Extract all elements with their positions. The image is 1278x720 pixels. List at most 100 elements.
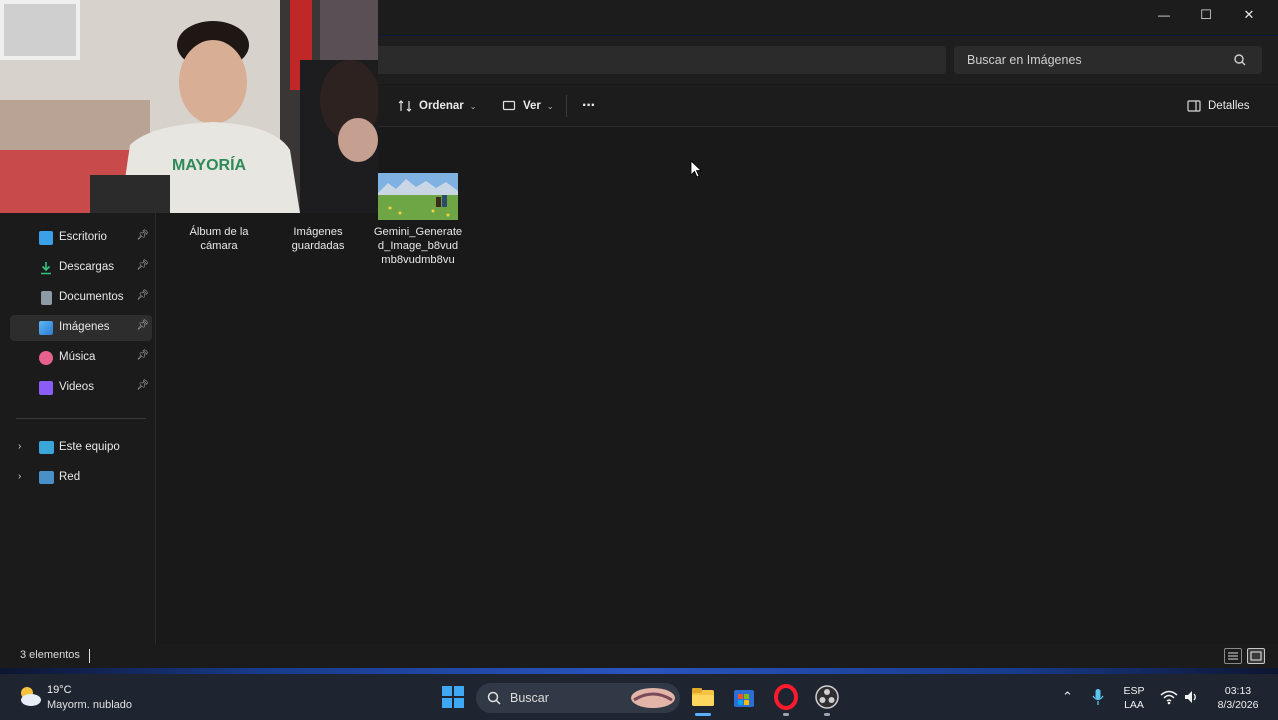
search-box[interactable]: Buscar en Imágenes — [954, 46, 1262, 74]
mouse-cursor-icon — [690, 160, 702, 178]
landscape-thumbnail-image — [378, 173, 458, 220]
sidebar-item-imagenes[interactable]: Imágenes 📌︎ — [10, 315, 152, 341]
sidebar-item-label: Videos — [59, 381, 94, 393]
clock[interactable]: 03:13 8/3/2026 — [1210, 685, 1266, 711]
minimize-button[interactable]: — — [1142, 0, 1186, 30]
file-name-line: d_Image_b8vud — [377, 240, 459, 252]
sidebar-item-label: Este equipo — [59, 441, 120, 453]
close-icon: ✕ — [1243, 7, 1255, 22]
sidebar-item-documentos[interactable]: Documentos 📌︎ — [10, 285, 152, 311]
pictures-icon — [39, 321, 53, 335]
sidebar-item-musica[interactable]: Música 📌︎ — [10, 345, 152, 371]
sidebar-divider — [16, 418, 146, 419]
windows-start-icon[interactable] — [440, 684, 466, 710]
weather-description[interactable]: Mayorm. nublado — [47, 699, 132, 711]
pin-icon: 📌︎ — [136, 230, 149, 241]
document-icon — [41, 291, 52, 305]
file-name-line: mb8vudmb8vu — [381, 254, 455, 266]
sidebar-item-red[interactable]: › Red — [10, 465, 152, 491]
sidebar-item-label: Descargas — [59, 261, 114, 273]
details-pane-icon — [1187, 100, 1201, 112]
pin-icon: 📌︎ — [136, 290, 149, 301]
sidebar-item-label: Red — [59, 471, 81, 483]
file-item-album-camara[interactable]: Álbum de la cámara — [173, 225, 265, 253]
search-highlight-image — [631, 688, 675, 708]
thumbnail-view-icon — [1250, 651, 1262, 661]
opera-browser-icon[interactable] — [773, 684, 799, 710]
taskbar-search-box[interactable]: Buscar — [476, 683, 680, 713]
running-indicator — [783, 713, 789, 716]
search-icon — [1234, 54, 1246, 66]
download-icon — [41, 262, 51, 275]
running-indicator — [824, 713, 830, 716]
music-icon — [39, 351, 53, 365]
maximize-button[interactable]: ☐ — [1184, 0, 1228, 30]
more-icon: ··· — [582, 97, 596, 114]
volume-icon[interactable] — [1183, 689, 1199, 705]
weather-temperature[interactable]: 19°C — [47, 684, 72, 696]
language-code: ESP — [1123, 685, 1145, 697]
toolbar-divider — [566, 95, 567, 117]
details-view-button[interactable] — [1224, 648, 1242, 664]
input-language[interactable]: ESP LAA — [1120, 685, 1148, 711]
sidebar-item-label: Escritorio — [59, 231, 107, 243]
sort-icon — [398, 100, 412, 112]
sidebar-item-label: Música — [59, 351, 96, 363]
pin-icon: 📌︎ — [136, 380, 149, 391]
show-hidden-icons-chevron-icon[interactable]: ⌃ — [1062, 689, 1073, 705]
file-item-imagenes-guardadas[interactable]: Imágenes guardadas — [272, 225, 364, 253]
svg-text:MAYORÍA: MAYORÍA — [172, 155, 247, 174]
view-button[interactable]: Ver ⌄ — [501, 95, 554, 117]
computer-icon — [39, 441, 54, 454]
minimize-icon: — — [1158, 8, 1170, 22]
more-options-button[interactable]: ··· — [582, 95, 596, 117]
sort-label: Ordenar — [419, 100, 464, 112]
chevron-right-icon[interactable]: › — [18, 471, 21, 482]
view-icon — [502, 100, 516, 111]
microphone-icon[interactable] — [1091, 688, 1105, 706]
keyboard-layout: LAA — [1124, 699, 1144, 711]
pin-icon: 📌︎ — [136, 320, 149, 331]
large-icons-view-button[interactable] — [1247, 648, 1265, 664]
taskbar-accent-strip — [0, 668, 1278, 674]
sidebar-item-label: Documentos — [59, 291, 124, 303]
clock-date: 8/3/2026 — [1217, 699, 1259, 711]
item-count: 3 elementos — [20, 649, 80, 661]
sidebar-item-escritorio[interactable]: Escritorio 📌︎ — [10, 225, 152, 251]
desktop-icon — [39, 231, 53, 245]
weather-cloudy-icon[interactable] — [16, 684, 42, 708]
search-icon — [487, 691, 501, 705]
sidebar-item-label: Imágenes — [59, 321, 110, 333]
file-explorer-icon[interactable] — [690, 684, 716, 710]
wifi-icon[interactable] — [1160, 689, 1178, 705]
video-icon — [39, 381, 53, 395]
chevron-down-icon: ⌄ — [546, 101, 554, 111]
status-divider — [89, 649, 90, 663]
sort-button[interactable]: Ordenar ⌄ — [397, 95, 476, 117]
image-thumbnail[interactable] — [378, 173, 458, 220]
file-name-line: Álbum de la — [189, 226, 249, 238]
close-button[interactable]: ✕ — [1227, 0, 1271, 30]
webcam-overlay: MAYORÍA — [0, 0, 378, 213]
chevron-right-icon[interactable]: › — [18, 441, 21, 452]
file-name-line: Gemini_Generate — [373, 226, 463, 238]
sidebar-item-este-equipo[interactable]: › Este equipo — [10, 435, 152, 461]
search-placeholder: Buscar en Imágenes — [967, 53, 1082, 67]
sidebar-item-descargas[interactable]: Descargas 📌︎ — [10, 255, 152, 281]
webcam-video-feed: MAYORÍA — [0, 0, 378, 213]
taskbar-search-label: Buscar — [510, 691, 549, 705]
status-bar — [0, 644, 1278, 668]
microsoft-store-icon[interactable] — [731, 684, 757, 710]
details-pane-button[interactable]: Detalles — [1186, 95, 1250, 117]
view-label: Ver — [523, 100, 541, 112]
pin-icon: 📌︎ — [136, 260, 149, 271]
sidebar-item-videos[interactable]: Videos 📌︎ — [10, 375, 152, 401]
maximize-icon: ☐ — [1200, 7, 1212, 22]
address-bar[interactable] — [360, 46, 946, 74]
file-name-line: Imágenes — [293, 226, 343, 238]
running-indicator — [695, 713, 711, 716]
obs-studio-icon[interactable] — [814, 684, 840, 710]
file-item-gemini-image[interactable]: Gemini_Generate d_Image_b8vud mb8vudmb8v… — [372, 225, 464, 267]
clock-time: 03:13 — [1224, 685, 1252, 697]
pin-icon: 📌︎ — [136, 350, 149, 361]
